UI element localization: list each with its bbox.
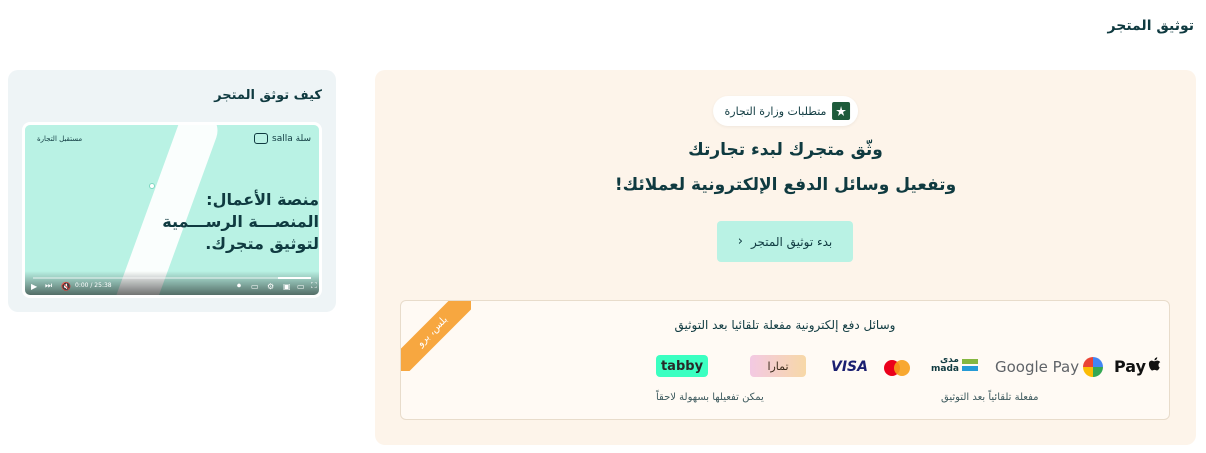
google-pay-label: Google Pay [995, 358, 1080, 376]
ministry-badge-label: متطلبات وزارة التجارة [724, 104, 827, 118]
tamara-logo: تمارا [750, 355, 806, 377]
apple-icon [1148, 357, 1161, 376]
apple-pay-logo: Pay [1114, 357, 1161, 376]
chevron-left-icon: ‹ [737, 234, 743, 249]
store-verification-page: توثيق المتجر متطلبات وزارة التجارة وثّق … [0, 0, 1206, 453]
plan-ribbon-label: بلس، برو [401, 301, 471, 371]
video-headline-line2: المنصـــة الرســـمية [162, 212, 319, 231]
video-progress-fill [277, 277, 311, 279]
fullscreen-icon[interactable]: ⛶ [311, 281, 317, 291]
mastercard-orange-circle [894, 360, 910, 376]
start-verification-label: بدء توثيق المتجر [750, 234, 833, 249]
verification-card: متطلبات وزارة التجارة وثّق متجرك لبدء تج… [375, 70, 1196, 445]
verification-headline-line1: وثّق متجرك لبدء تجارتك [688, 140, 883, 160]
plan-ribbon: بلس، برو [401, 301, 471, 371]
theater-mode-icon[interactable]: ▭ [297, 282, 305, 291]
optional-activation-note: يمكن تفعيلها بسهولة لاحقاً [656, 392, 764, 403]
google-pay-logo: Google Pay [995, 357, 1104, 377]
howto-video-player[interactable]: سلة salla مستقبل التجارة منصة الأعمال: ا… [22, 122, 322, 298]
verification-headline-line2: وتفعيل وسائل الدفع الإلكترونية لعملائك! [614, 175, 957, 195]
video-headline-line1: منصة الأعمال: [206, 190, 319, 209]
video-time: 0:00 / 25:38 [75, 282, 112, 289]
salla-logo-icon [254, 133, 269, 144]
start-verification-button[interactable]: بدء توثيق المتجر ‹ [717, 221, 853, 262]
salla-brand: سلة salla [254, 133, 311, 144]
tabby-logo: tabby [656, 355, 708, 377]
apple-pay-label: Pay [1114, 357, 1147, 376]
payment-methods-title: وسائل دفع إلكترونية مفعلة تلقائيا بعد ال… [674, 318, 896, 332]
salla-brand-label: سلة salla [272, 133, 311, 144]
video-tagline: مستقبل التجارة [37, 135, 83, 143]
volume-icon[interactable]: 🔇 [61, 282, 71, 291]
google-g-icon [1083, 357, 1104, 377]
mada-bars-icon [961, 359, 978, 371]
video-headline-line3: لتوثيق متجرك. [205, 234, 319, 253]
page-title: توثيق المتجر [1107, 18, 1194, 34]
payment-methods-box: بلس، برو وسائل دفع إلكترونية مفعلة تلقائ… [400, 300, 1170, 420]
subtitles-icon[interactable]: ▭ [251, 282, 259, 291]
auto-activation-note: مفعلة تلقائياً بعد التوثيق [941, 392, 1039, 403]
howto-card: كيف توثق المتجر سلة salla مستقبل التجارة… [8, 70, 336, 312]
ministry-badge: متطلبات وزارة التجارة [712, 96, 859, 126]
ministry-seal-icon [832, 102, 851, 120]
next-icon[interactable]: ⏭ [45, 281, 52, 291]
howto-title: كيف توثق المتجر [214, 88, 322, 103]
visa-logo: VISA [831, 359, 868, 375]
video-progress-bar[interactable] [33, 277, 311, 279]
gear-icon[interactable]: ⚙ [267, 282, 274, 291]
autoplay-toggle-icon[interactable]: ⏺ [237, 281, 241, 291]
mastercard-logo [884, 360, 910, 376]
miniplayer-icon[interactable]: ▣ [283, 282, 291, 291]
mada-label-en: mada [931, 364, 959, 374]
mada-logo: مدى mada [931, 356, 978, 374]
play-icon[interactable]: ▶ [31, 282, 37, 291]
video-headline: منصة الأعمال: المنصـــة الرســـمية لتوثي… [149, 189, 319, 255]
